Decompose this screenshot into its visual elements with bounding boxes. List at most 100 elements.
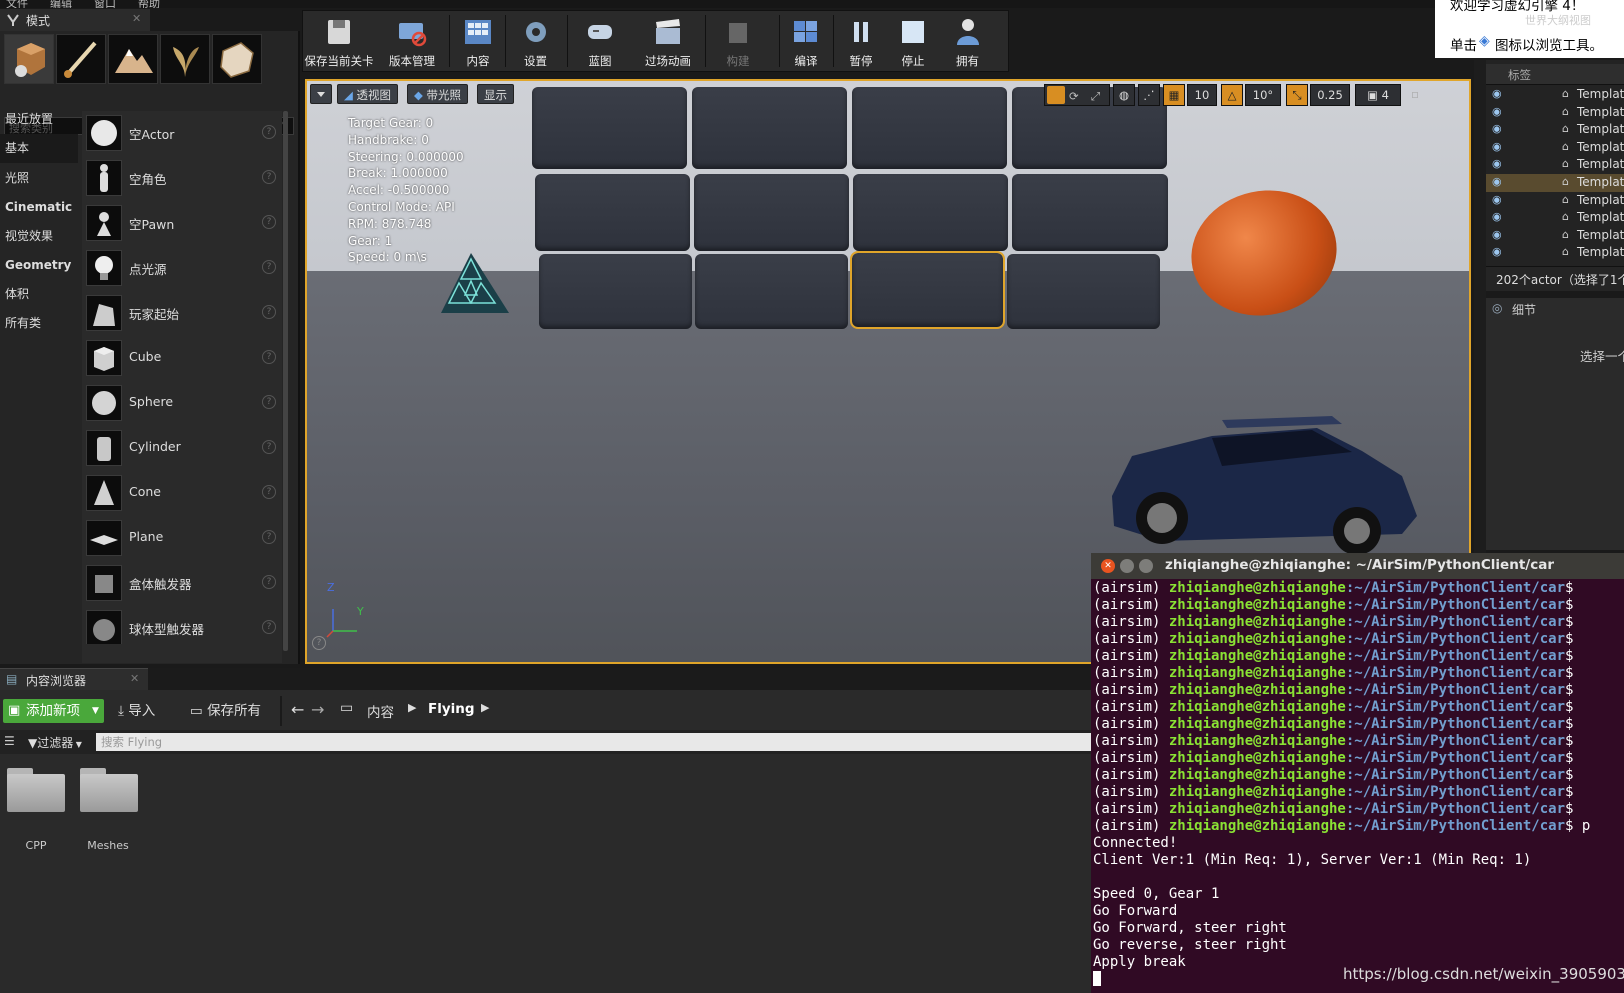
help-icon[interactable]: ? xyxy=(262,170,276,184)
breadcrumb-flying[interactable]: Flying xyxy=(428,701,475,717)
breadcrumb-chevron-icon[interactable]: ▶ xyxy=(481,701,489,714)
place-mode-button[interactable] xyxy=(4,34,54,84)
details-tab[interactable]: ◎ 细节 xyxy=(1486,298,1624,320)
save-all-button[interactable]: ▭ 保存所有 xyxy=(190,699,261,723)
outliner-row[interactable]: ◉ ⌂ Templat xyxy=(1486,192,1624,210)
visibility-eye-icon[interactable]: ◉ xyxy=(1492,87,1502,100)
scale-snap-value[interactable]: 0.25 xyxy=(1310,84,1350,106)
geometry-mode-button[interactable] xyxy=(212,34,262,84)
wall-block[interactable] xyxy=(535,174,690,251)
help-icon[interactable]: ? xyxy=(262,125,276,139)
suv-car-mesh[interactable] xyxy=(1102,406,1427,556)
folder-meshes[interactable] xyxy=(80,768,138,812)
save-level-button[interactable]: 保存当前关卡 xyxy=(303,11,375,71)
modes-tab[interactable]: 模式 ✕ xyxy=(0,9,150,32)
visibility-eye-icon[interactable]: ◉ xyxy=(1492,157,1502,170)
help-icon[interactable]: ? xyxy=(262,260,276,274)
category-volumes[interactable]: 体积 xyxy=(0,280,78,309)
close-icon[interactable]: ✕ xyxy=(132,12,141,25)
list-item-cone[interactable]: Cone? xyxy=(86,471,278,516)
place-list-scrollbar[interactable] xyxy=(283,111,288,651)
help-icon[interactable]: ? xyxy=(262,575,276,589)
visibility-eye-icon[interactable]: ◉ xyxy=(1492,175,1502,188)
breadcrumb-content[interactable]: 内容 xyxy=(367,701,394,721)
wall-block[interactable] xyxy=(1012,174,1168,251)
maximize-viewport-icon[interactable]: ▫ xyxy=(1407,84,1423,106)
visibility-eye-icon[interactable]: ◉ xyxy=(1492,228,1502,241)
list-item-cylinder[interactable]: Cylinder? xyxy=(86,426,278,471)
list-item-point-light[interactable]: 点光源? xyxy=(86,246,278,291)
scale-tool-icon[interactable]: ⤢ xyxy=(1091,86,1100,106)
wall-block[interactable] xyxy=(532,87,687,169)
visibility-eye-icon[interactable]: ◉ xyxy=(1492,193,1502,206)
terminal-output[interactable]: (airsim) zhiqianghe@zhiqianghe:~/AirSim/… xyxy=(1093,580,1624,991)
compile-button[interactable]: 编译 xyxy=(781,11,831,71)
menu-help[interactable]: 帮助 xyxy=(138,0,160,8)
world-local-icon[interactable]: ◍ xyxy=(1113,84,1135,106)
visibility-eye-icon[interactable]: ◉ xyxy=(1492,210,1502,223)
wall-block[interactable] xyxy=(695,254,848,329)
outliner-row[interactable]: ◉ ⌂ Templat xyxy=(1486,139,1624,157)
wall-block[interactable] xyxy=(539,254,692,329)
paint-mode-button[interactable] xyxy=(56,34,106,84)
help-icon[interactable]: ? xyxy=(262,350,276,364)
outliner-row[interactable]: ◉ ⌂ Templat xyxy=(1486,227,1624,245)
possess-button[interactable]: 拥有 xyxy=(940,11,995,71)
pause-button[interactable]: 暂停 xyxy=(836,11,886,71)
visibility-eye-icon[interactable]: ◉ xyxy=(1492,245,1502,258)
category-lights[interactable]: 光照 xyxy=(0,164,78,193)
outliner-row[interactable]: ◉ ⌂ Templat xyxy=(1486,121,1624,139)
wall-block[interactable] xyxy=(853,174,1008,251)
stop-button[interactable]: 停止 xyxy=(888,11,938,71)
list-item-cube[interactable]: Cube? xyxy=(86,336,278,381)
list-item-sphere[interactable]: Sphere? xyxy=(86,381,278,426)
visibility-eye-icon[interactable]: ◉ xyxy=(1492,122,1502,135)
list-item-empty-character[interactable]: 空角色? xyxy=(86,156,278,201)
welcome-notification[interactable]: 欢迎学习虚幻引擎 4！ 世界大纲视图 单击 ◈ 图标以浏览工具。 xyxy=(1435,0,1624,58)
category-visual-effects[interactable]: 视觉效果 xyxy=(0,222,78,251)
visibility-eye-icon[interactable]: ◉ xyxy=(1492,140,1502,153)
category-cinematic[interactable]: Cinematic xyxy=(0,193,78,222)
menu-window[interactable]: 窗口 xyxy=(94,0,116,8)
build-button[interactable]: 构建 xyxy=(708,11,768,71)
forward-arrow-icon[interactable]: → xyxy=(311,700,324,719)
move-tool-icon[interactable] xyxy=(1047,86,1065,104)
add-new-button[interactable]: ▣ 添加新项 ▼ xyxy=(3,699,104,723)
category-basic[interactable]: 基本 xyxy=(0,134,78,163)
list-item-player-start[interactable]: 玩家起始? xyxy=(86,291,278,336)
list-item-empty-pawn[interactable]: 空Pawn? xyxy=(86,201,278,246)
breadcrumb-chevron-icon[interactable]: ▶ xyxy=(408,701,416,714)
list-item-empty-actor[interactable]: 空Actor? xyxy=(86,111,278,156)
menu-file[interactable]: 文件 xyxy=(6,0,28,8)
outliner-row[interactable]: ◉ ⌂ Templat xyxy=(1486,86,1624,104)
viewport-options-button[interactable] xyxy=(310,84,332,104)
source-control-button[interactable]: 版本管理 xyxy=(377,11,447,71)
wall-block[interactable] xyxy=(852,87,1007,169)
back-arrow-icon[interactable]: ← xyxy=(291,700,304,719)
category-geometry[interactable]: Geometry xyxy=(0,251,78,280)
outliner-row[interactable]: ◉ ⌂ Templat xyxy=(1486,244,1624,262)
surface-snap-icon[interactable]: ⋰ xyxy=(1138,84,1160,106)
grid-snap-icon[interactable]: ▦ xyxy=(1163,84,1185,106)
asset-search-input[interactable]: 搜索 Flying xyxy=(96,733,1096,751)
wall-block[interactable] xyxy=(692,87,847,169)
help-icon[interactable]: ? xyxy=(262,530,276,544)
help-icon[interactable]: ? xyxy=(262,440,276,454)
content-button[interactable]: 内容 xyxy=(453,11,503,71)
visibility-eye-icon[interactable]: ◉ xyxy=(1492,105,1502,118)
outliner-row[interactable]: ◉ ⌂ Templat xyxy=(1486,104,1624,122)
list-item-plane[interactable]: Plane? xyxy=(86,516,278,561)
close-icon[interactable]: ✕ xyxy=(130,672,139,685)
cinematics-button[interactable]: 过场动画 xyxy=(633,11,703,71)
help-icon[interactable]: ? xyxy=(262,620,276,634)
landscape-mode-button[interactable] xyxy=(108,34,158,84)
outliner-row[interactable]: ◉ ⌂ Templat xyxy=(1486,156,1624,174)
outliner-row[interactable]: ◉ ⌂ Templat xyxy=(1486,209,1624,227)
rotation-snap-icon[interactable]: △ xyxy=(1221,84,1243,106)
help-icon[interactable]: ? xyxy=(312,636,326,650)
terminal-close-icon[interactable]: ✕ xyxy=(1101,559,1115,573)
grid-snap-value[interactable]: 10 xyxy=(1187,84,1217,106)
rotation-snap-value[interactable]: 10° xyxy=(1245,84,1281,106)
category-recent[interactable]: 最近放置 xyxy=(0,105,78,134)
help-icon[interactable]: ? xyxy=(262,305,276,319)
